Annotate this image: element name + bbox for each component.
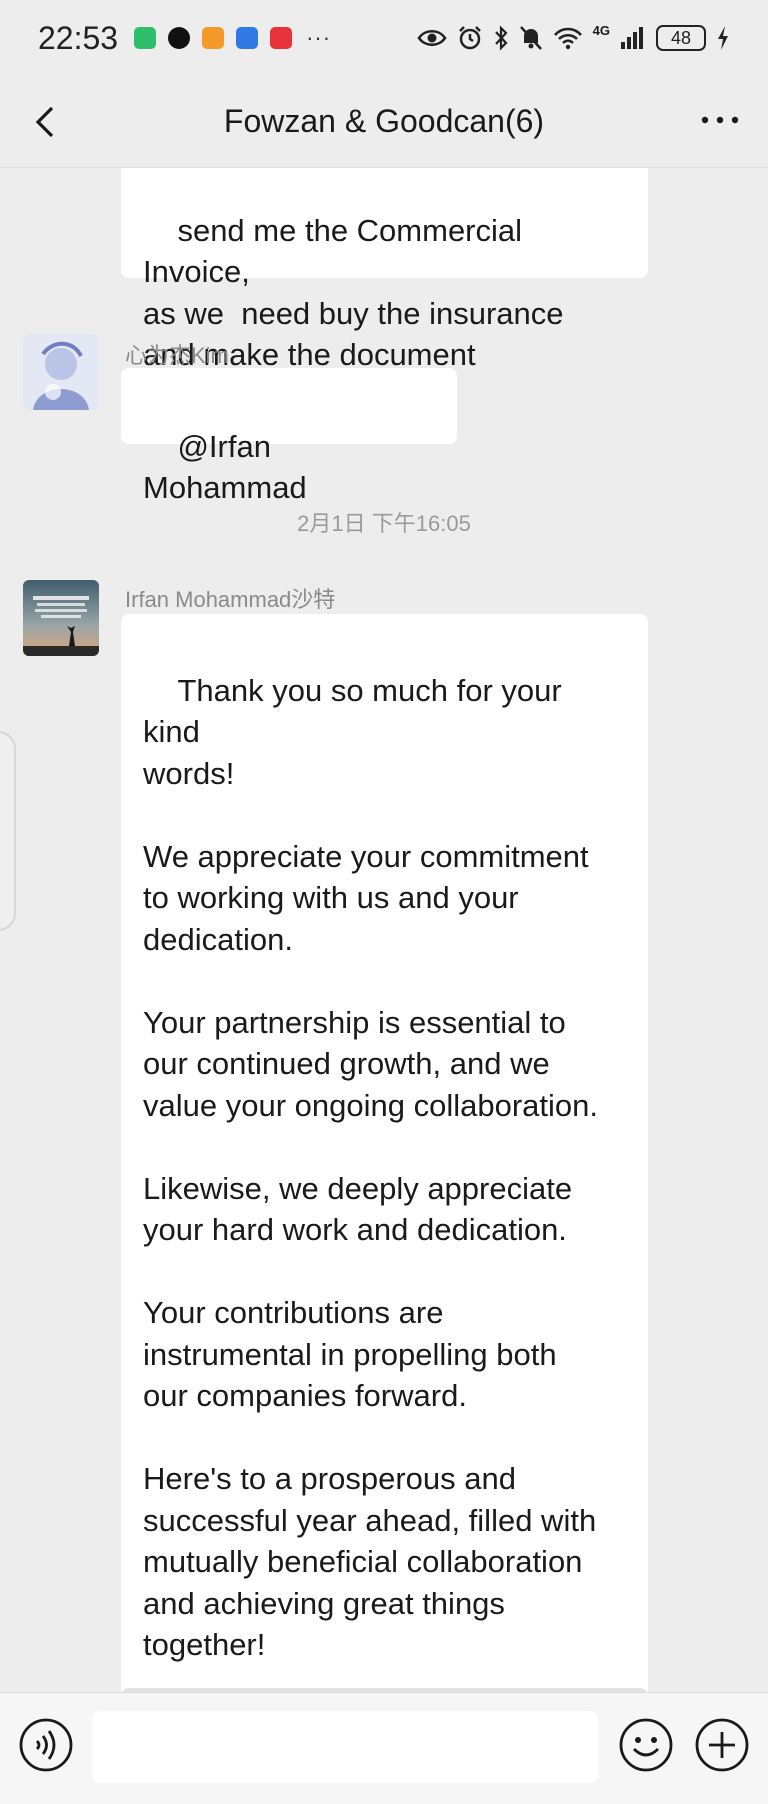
plus-circle-icon[interactable] <box>694 1717 750 1773</box>
message-text: Thank you so much for your kind words! W… <box>143 672 598 1663</box>
smiley-icon[interactable] <box>618 1717 674 1773</box>
mute-bell-icon <box>519 26 542 50</box>
input-bar <box>0 1692 768 1804</box>
chat-title: Fowzan & Goodcan(6) <box>223 103 545 139</box>
status-time: 22:53 <box>38 19 119 56</box>
floating-side-tab[interactable] <box>0 731 16 931</box>
sender-name: 心为杰Kim <box>125 343 229 368</box>
avatar[interactable] <box>23 334 99 410</box>
sender-name: Irfan Mohammad沙特 <box>125 587 336 612</box>
bluetooth-icon <box>494 25 508 51</box>
eye-icon <box>417 30 447 46</box>
chevron-left-icon[interactable] <box>28 104 64 140</box>
signal-icon <box>621 27 643 49</box>
charging-icon <box>718 26 728 50</box>
blue-app-icon <box>236 27 259 49</box>
network-label: 4G <box>592 22 610 38</box>
time-separator: 2月1日 下午16:05 <box>297 511 471 536</box>
status-right-icons: 4G 48 <box>417 22 730 51</box>
avatar[interactable] <box>23 580 99 656</box>
red-app-icon <box>270 27 293 49</box>
status-more-indicator: ··· <box>306 25 332 50</box>
chat-message-list[interactable]: send me the Commercial Invoice, as we ne… <box>0 168 768 1692</box>
message-bubble[interactable]: @Irfan Mohammad <box>121 368 457 505</box>
voice-icon[interactable] <box>18 1717 74 1773</box>
message-bubble[interactable]: Thank you so much for your kind words! W… <box>121 614 648 1692</box>
status-bar: 22:53 ··· 4G 48 <box>0 0 768 76</box>
alarm-icon <box>458 26 481 50</box>
orange-app-icon <box>202 27 225 49</box>
more-dots-icon[interactable] <box>700 108 740 132</box>
message-input[interactable] <box>92 1711 598 1783</box>
wifi-icon <box>553 27 582 50</box>
chat-header: Fowzan & Goodcan(6) <box>0 76 768 168</box>
qq-icon <box>168 27 191 49</box>
battery-indicator: 48 <box>656 25 706 51</box>
message-text: @Irfan Mohammad <box>143 428 307 506</box>
hourglass-app-icon <box>134 27 157 49</box>
message-bubble[interactable]: send me the Commercial Invoice, as we ne… <box>121 168 648 372</box>
